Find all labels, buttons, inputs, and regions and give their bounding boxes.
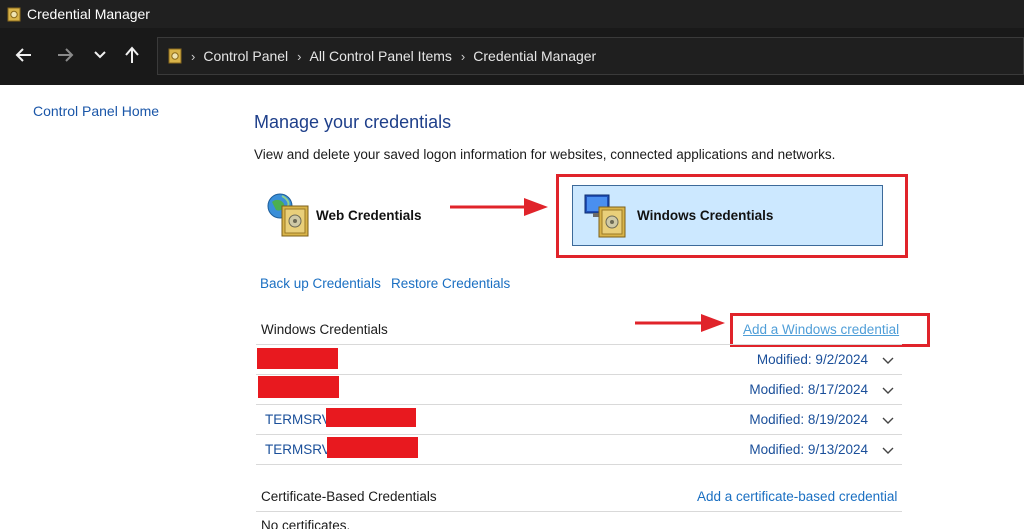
page-title: Manage your credentials [254, 112, 452, 132]
chevron-down-icon[interactable] [882, 444, 894, 456]
certificate-credentials-section-title: Certificate-Based Credentials [261, 489, 437, 504]
credential-name: TERMSRV/ [265, 412, 335, 427]
web-credentials-label: Web Credentials [316, 207, 422, 223]
arrow-up-icon [125, 46, 139, 63]
credential-row[interactable]: TERMSRV/ Modified: 9/13/2024 [256, 435, 902, 465]
divider [256, 511, 902, 512]
web-credentials-icon [267, 193, 309, 237]
breadcrumb-control-panel[interactable]: Control Panel [203, 48, 288, 64]
credential-name: TERMSRV/ [265, 442, 335, 457]
restore-credentials-link[interactable]: Restore Credentials [391, 276, 510, 291]
web-credentials-tile[interactable]: Web Credentials [266, 192, 422, 238]
annotation-arrow-icon [635, 314, 725, 332]
title-bar: Credential Manager [0, 0, 1024, 28]
credential-row[interactable]: Modified: 9/2/2024 [256, 345, 902, 375]
credential-row[interactable]: Modified: 8/17/2024 [256, 375, 902, 405]
annotation-highlight-box [730, 313, 930, 347]
redaction-block [327, 437, 418, 458]
up-button[interactable] [120, 42, 144, 68]
breadcrumb-separator: › [191, 48, 196, 64]
back-button[interactable] [12, 42, 36, 68]
forward-button[interactable] [53, 42, 77, 68]
arrow-right-icon [58, 48, 74, 62]
arrow-left-icon [15, 48, 31, 62]
window-title: Credential Manager [27, 6, 150, 22]
breadcrumb-credential-manager[interactable]: Credential Manager [473, 48, 596, 64]
redaction-block [258, 376, 339, 398]
annotation-arrow-icon [450, 198, 548, 216]
redaction-block [257, 348, 338, 369]
credential-modified-date: Modified: 9/13/2024 [749, 442, 868, 457]
redaction-block [326, 408, 416, 427]
chevron-down-icon[interactable] [882, 384, 894, 396]
chevron-down-icon[interactable] [882, 354, 894, 366]
address-bar[interactable]: › Control Panel › All Control Panel Item… [157, 37, 1024, 75]
breadcrumb-all-items[interactable]: All Control Panel Items [310, 48, 452, 64]
breadcrumb-separator: › [297, 48, 302, 64]
no-certificates-text: No certificates. [261, 518, 351, 529]
breadcrumb-separator: › [460, 48, 466, 64]
control-panel-home-link[interactable]: Control Panel Home [33, 103, 159, 119]
divider [256, 464, 902, 465]
chevron-down-icon [94, 51, 106, 59]
add-certificate-credential-link[interactable]: Add a certificate-based credential [697, 489, 897, 504]
navigation-bar: › Control Panel › All Control Panel Item… [0, 28, 1024, 85]
credential-vault-icon [7, 7, 21, 21]
page-description: View and delete your saved logon informa… [254, 147, 836, 162]
credential-vault-icon [168, 48, 182, 64]
credential-modified-date: Modified: 8/17/2024 [749, 382, 868, 397]
chevron-down-icon[interactable] [882, 414, 894, 426]
annotation-highlight-box [556, 174, 908, 258]
credential-modified-date: Modified: 9/2/2024 [756, 352, 868, 367]
recent-locations-button[interactable] [88, 42, 112, 68]
backup-credentials-link[interactable]: Back up Credentials [260, 276, 381, 291]
credential-modified-date: Modified: 8/19/2024 [749, 412, 868, 427]
windows-credentials-section-title: Windows Credentials [261, 322, 388, 337]
credential-row[interactable]: TERMSRV/ Modified: 8/19/2024 [256, 405, 902, 435]
